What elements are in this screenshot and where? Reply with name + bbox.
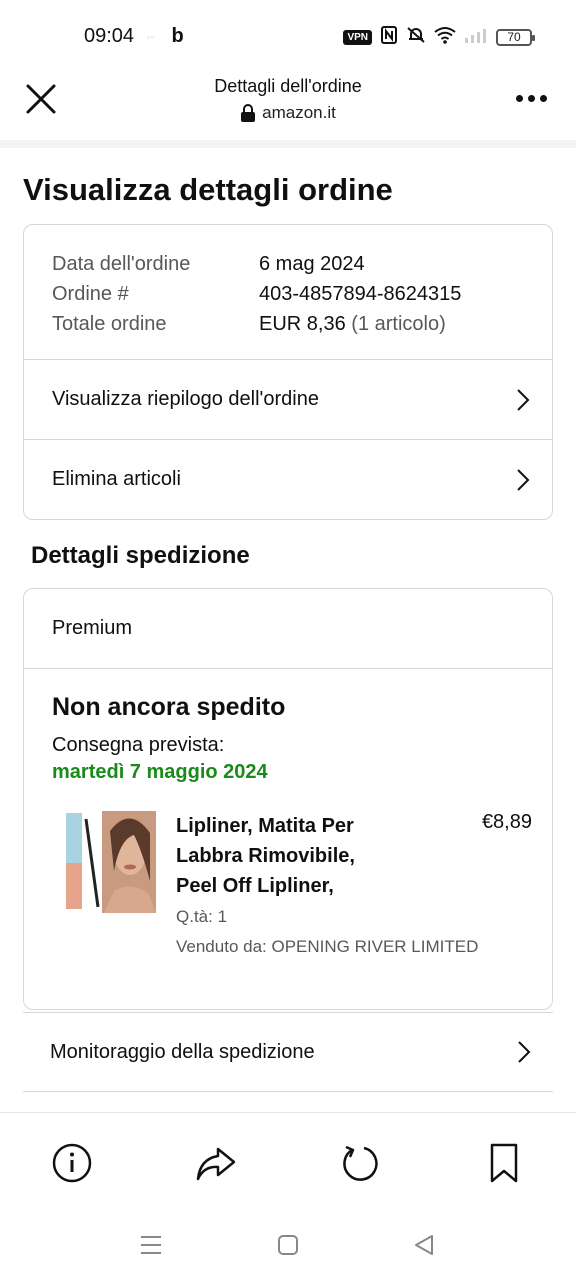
order-date-row: Data dell'ordine 6 mag 2024 [52, 249, 524, 279]
bing-icon: b [171, 25, 184, 47]
order-total-value: EUR 8,36 (1 articolo) [259, 309, 446, 339]
reload-icon [343, 1145, 378, 1181]
mute-bell-icon [406, 26, 426, 49]
more-dots-icon [516, 94, 523, 102]
more-dot [528, 94, 535, 102]
signal-icon [464, 26, 488, 49]
chevron-right-icon [517, 388, 530, 411]
order-number-value: 403-4857894-8624315 [259, 283, 462, 305]
bookmark-button[interactable] [482, 1141, 526, 1185]
delete-items-label: Elimina articoli [52, 468, 181, 490]
nfc-icon [380, 26, 398, 49]
chevron-right-icon [518, 1041, 531, 1063]
shipping-section-title: Dettagli spedizione [31, 542, 250, 569]
view-order-summary-link[interactable]: Visualizza riepilogo dell'ordine [24, 359, 552, 439]
shipment-body: Non ancora spedito Consegna prevista: ma… [24, 669, 552, 1009]
more-dot [540, 94, 547, 102]
page-title: Visualizza dettagli ordine [23, 172, 393, 207]
order-total-row: Totale ordine EUR 8,36 (1 articolo) [52, 309, 524, 339]
app-notification-icon: ◦◦ [146, 30, 155, 45]
shipping-tier: Premium [24, 589, 552, 669]
back-triangle-icon [415, 1235, 433, 1255]
expected-delivery-date: martedì 7 maggio 2024 [52, 761, 268, 783]
lock-icon [241, 104, 256, 122]
recent-apps-button[interactable] [138, 1234, 164, 1256]
product-image[interactable] [64, 811, 156, 913]
status-time: 09:04 [84, 25, 135, 47]
order-summary-card: Data dell'ordine 6 mag 2024 Ordine # 403… [23, 224, 553, 520]
product-seller: Venduto da: OPENING RIVER LIMITED [176, 937, 479, 956]
info-button[interactable] [50, 1141, 94, 1185]
product-title[interactable]: Lipliner, Matita Per Labbra Rimovibile, … [176, 811, 396, 901]
track-shipment-link[interactable]: Monitoraggio della spedizione [23, 1012, 553, 1092]
product-quantity: Q.tà: 1 [176, 907, 228, 926]
reload-button[interactable] [338, 1141, 382, 1185]
browser-toolbar [0, 1112, 576, 1212]
order-item-count: (1 articolo) [351, 313, 446, 335]
order-date-label: Data dell'ordine [52, 253, 191, 275]
vpn-icon: VPN [343, 30, 372, 45]
more-options-button[interactable] [516, 88, 552, 108]
wifi-icon [434, 26, 456, 49]
view-order-summary-label: Visualizza riepilogo dell'ordine [52, 388, 319, 410]
order-number-label: Ordine # [52, 283, 129, 305]
url-display[interactable]: amazon.it [240, 103, 336, 123]
delete-items-link[interactable]: Elimina articoli [24, 439, 552, 519]
menu-icon [141, 1236, 161, 1254]
home-button[interactable] [275, 1234, 301, 1256]
browser-header: Dettagli dell'ordine amazon.it [0, 70, 576, 140]
home-square-icon [278, 1235, 298, 1255]
header-title-block: Dettagli dell'ordine amazon.it [0, 76, 576, 127]
notification-icons: ◦◦ b [146, 25, 184, 48]
url-text: amazon.it [262, 103, 336, 122]
chevron-right-icon [517, 468, 530, 491]
back-button[interactable] [412, 1234, 438, 1256]
status-bar: 09:04 ◦◦ b VPN 70 [0, 0, 576, 70]
shipment-card: Premium Non ancora spedito Consegna prev… [23, 588, 553, 1010]
share-icon [196, 1147, 236, 1181]
status-indicators: VPN 70 [343, 26, 535, 49]
track-shipment-label: Monitoraggio della spedizione [50, 1040, 315, 1063]
browser-title: Dettagli dell'ordine [214, 76, 362, 96]
order-number-row: Ordine # 403-4857894-8624315 [52, 279, 524, 309]
product-item: Lipliner, Matita Per Labbra Rimovibile, … [52, 811, 532, 971]
shipment-status: Non ancora spedito [52, 693, 286, 721]
battery-icon: 70 [496, 29, 535, 46]
order-total-amount: EUR 8,36 [259, 313, 346, 335]
order-info: Data dell'ordine 6 mag 2024 Ordine # 403… [24, 225, 552, 359]
bookmark-icon [490, 1143, 518, 1183]
system-navigation-bar [0, 1212, 576, 1280]
header-divider [0, 140, 576, 148]
info-icon [52, 1143, 92, 1183]
order-total-label: Totale ordine [52, 313, 167, 335]
product-price: €8,89 [481, 811, 532, 833]
share-button[interactable] [194, 1141, 238, 1185]
expected-delivery-label: Consegna prevista: [52, 734, 225, 756]
order-date-value: 6 mag 2024 [259, 253, 365, 275]
